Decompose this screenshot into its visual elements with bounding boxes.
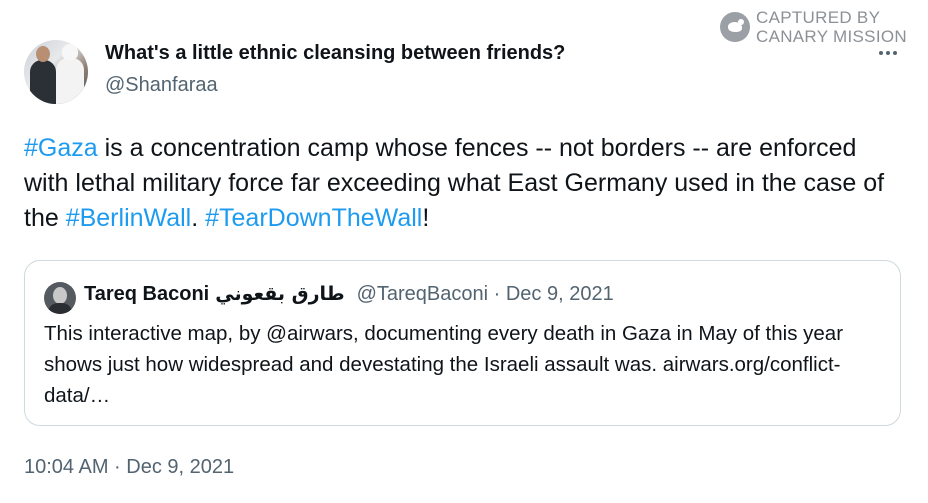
quoted-handle-date: @TareqBaconi · Dec 9, 2021 <box>356 283 614 305</box>
avatar-figure-right <box>56 58 84 104</box>
quoted-display-name-arabic[interactable]: طارق بقعوني <box>215 283 344 306</box>
watermark: CAPTURED BY CANARY MISSION <box>720 8 907 46</box>
quoted-display-name[interactable]: Tareq Baconi <box>84 283 209 306</box>
tweet-text-segment: ! <box>422 204 430 232</box>
tweet-text-segment: . <box>191 204 206 232</box>
quoted-tweet-header: Tareq Baconi طارق بقعوني @TareqBaconi · … <box>84 283 614 306</box>
watermark-line-1: CAPTURED BY <box>756 8 881 27</box>
tweet-timestamp[interactable]: 10:04 AM · Dec 9, 2021 <box>24 456 234 479</box>
quoted-avatar[interactable] <box>44 282 76 314</box>
avatar-head-right <box>62 44 78 60</box>
tweet-text: #Gaza is a concentration camp whose fenc… <box>24 131 894 236</box>
more-options-icon[interactable] <box>874 44 902 62</box>
display-name[interactable]: What's a little ethnic cleansing between… <box>105 42 565 65</box>
hashtag-berlinwall[interactable]: #BerlinWall <box>66 204 192 232</box>
avatar[interactable] <box>24 40 88 104</box>
more-dot <box>879 51 883 55</box>
quoted-avatar-body <box>48 303 72 314</box>
hashtag-gaza[interactable]: #Gaza <box>24 134 98 162</box>
more-dot <box>886 51 890 55</box>
avatar-head-left <box>36 46 50 62</box>
quoted-tweet-card[interactable]: Tareq Baconi طارق بقعوني @TareqBaconi · … <box>24 260 901 426</box>
quoted-avatar-face <box>53 287 67 304</box>
quoted-tweet-text: This interactive map, by @airwars, docum… <box>44 322 844 407</box>
avatar-figure-left <box>30 60 56 104</box>
hashtag-teardownthewall[interactable]: #TearDownTheWall <box>205 204 422 232</box>
canary-bird-icon <box>720 12 750 42</box>
watermark-text: CAPTURED BY CANARY MISSION <box>756 8 907 46</box>
user-handle[interactable]: @Shanfaraa <box>105 74 218 97</box>
more-dot <box>893 51 897 55</box>
